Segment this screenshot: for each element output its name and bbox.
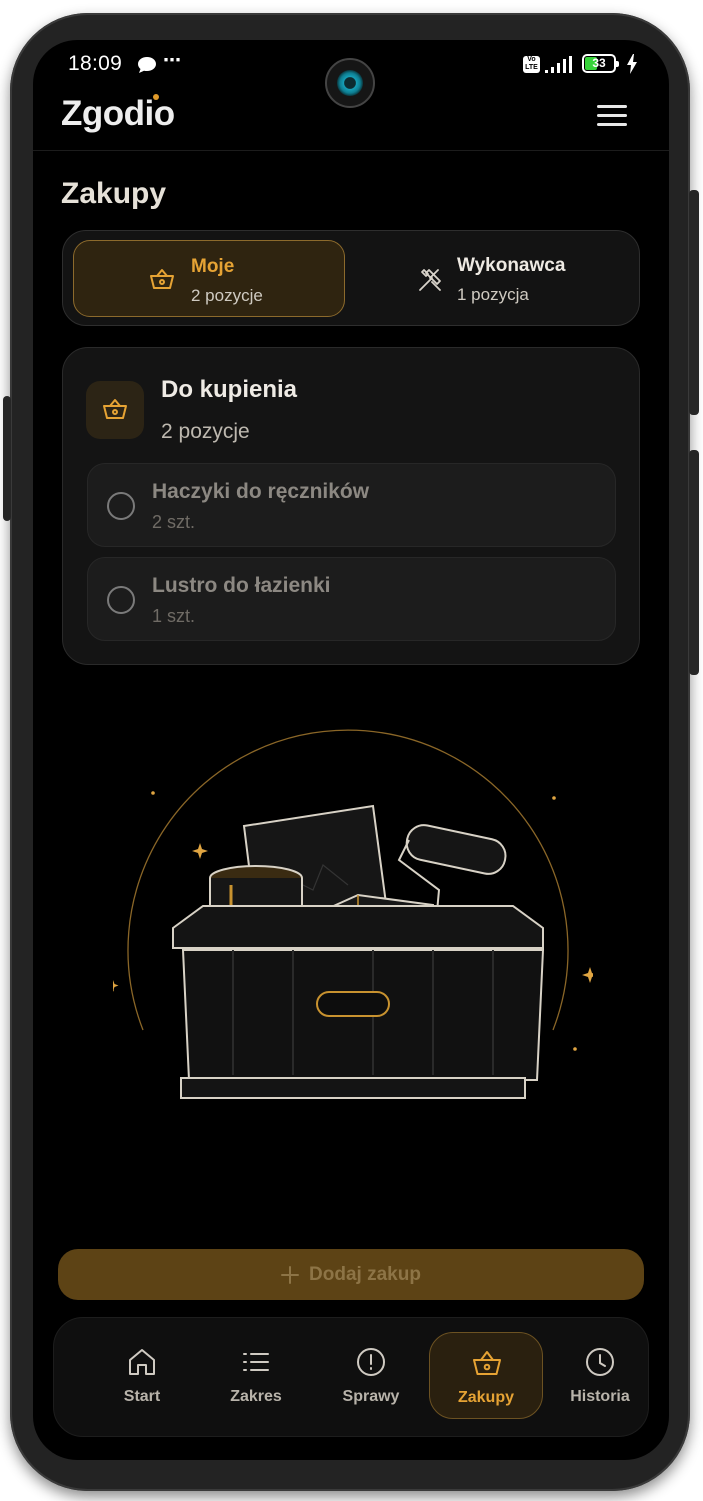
nav-zakres-label: Zakres [230,1388,282,1405]
card-icon-box [86,381,144,439]
segment-wykonawca-label: Wykonawca [457,255,566,276]
nav-sprawy-label: Sprawy [342,1388,400,1405]
list-icon [243,1353,269,1371]
empty-illustration [113,729,593,1123]
nav-zakres[interactable]: Zakres [199,1332,313,1419]
menu-button[interactable] [595,104,629,128]
add-purchase-label: Dodaj zakup [309,1263,421,1285]
volte-badge: Vo LTE [523,56,540,73]
basket-icon [103,399,127,419]
item-quantity: 1 szt. [152,606,196,626]
item-quantity: 2 szt. [152,512,196,532]
nav-zakupy-label: Zakupy [457,1389,514,1406]
add-purchase-button[interactable]: Dodaj zakup [58,1249,644,1300]
nav-historia-label: Historia [570,1388,630,1405]
crate-icon [172,905,545,1099]
home-icon [129,1349,155,1375]
chat-notification-icon [138,57,156,73]
alert-circle-icon [357,1348,385,1376]
tools-icon [419,269,441,291]
segment-moje-label: Moje [191,256,235,277]
nav-zakupy[interactable]: Zakupy [429,1332,543,1419]
clock-icon [586,1348,614,1376]
shopping-list-card: Do kupienia 2 pozycje Haczyki do ręcznik… [62,347,640,665]
list-item[interactable]: Lustro do łazienki 1 szt. [87,557,616,641]
segment-moje-count: 2 pozycje [191,286,263,305]
logo-dot [153,94,159,100]
item-checkbox[interactable] [107,492,135,520]
nav-start-label: Start [123,1388,161,1405]
app-bar: Zgodio [33,88,669,151]
battery-level: 33 [592,56,606,70]
card-title: Do kupienia [161,376,298,403]
item-name: Lustro do łazienki [152,574,331,597]
segment-control: Moje 2 pozycje Wykonawca 1 pozycja [62,230,640,326]
power-button [689,190,699,415]
basket-icon [150,269,174,289]
basket-icon [473,1351,501,1375]
volume-button [3,396,11,521]
side-button [689,450,699,675]
list-item[interactable]: Haczyki do ręczników 2 szt. [87,463,616,547]
item-name: Haczyki do ręczników [152,480,370,503]
status-time: 18:09 [68,52,123,75]
more-notifications-icon: ⋯ [163,50,182,70]
screen: 18:09 ⋯ Vo LTE 33 Zgodio Zakupy Moje 2 p… [33,40,669,1460]
segment-moje[interactable]: Moje 2 pozycje [73,240,345,317]
bottom-navigation: Start Zakres Sprawy Zakupy Historia [53,1317,649,1437]
battery-icon: 33 [582,54,619,73]
menu-icon [597,105,627,108]
card-count: 2 pozycje [161,420,250,443]
item-checkbox[interactable] [107,586,135,614]
nav-sprawy[interactable]: Sprawy [314,1332,428,1419]
signal-icon [545,56,572,73]
app-logo: Zgodio [61,94,175,133]
segment-wykonawca[interactable]: Wykonawca 1 pozycja [351,240,627,317]
segment-wykonawca-count: 1 pozycja [457,285,529,304]
page-title: Zakupy [61,177,167,210]
charging-icon [627,54,637,74]
nav-start[interactable]: Start [85,1332,199,1419]
nav-historia[interactable]: Historia [543,1332,657,1419]
plus-icon [281,1265,300,1284]
